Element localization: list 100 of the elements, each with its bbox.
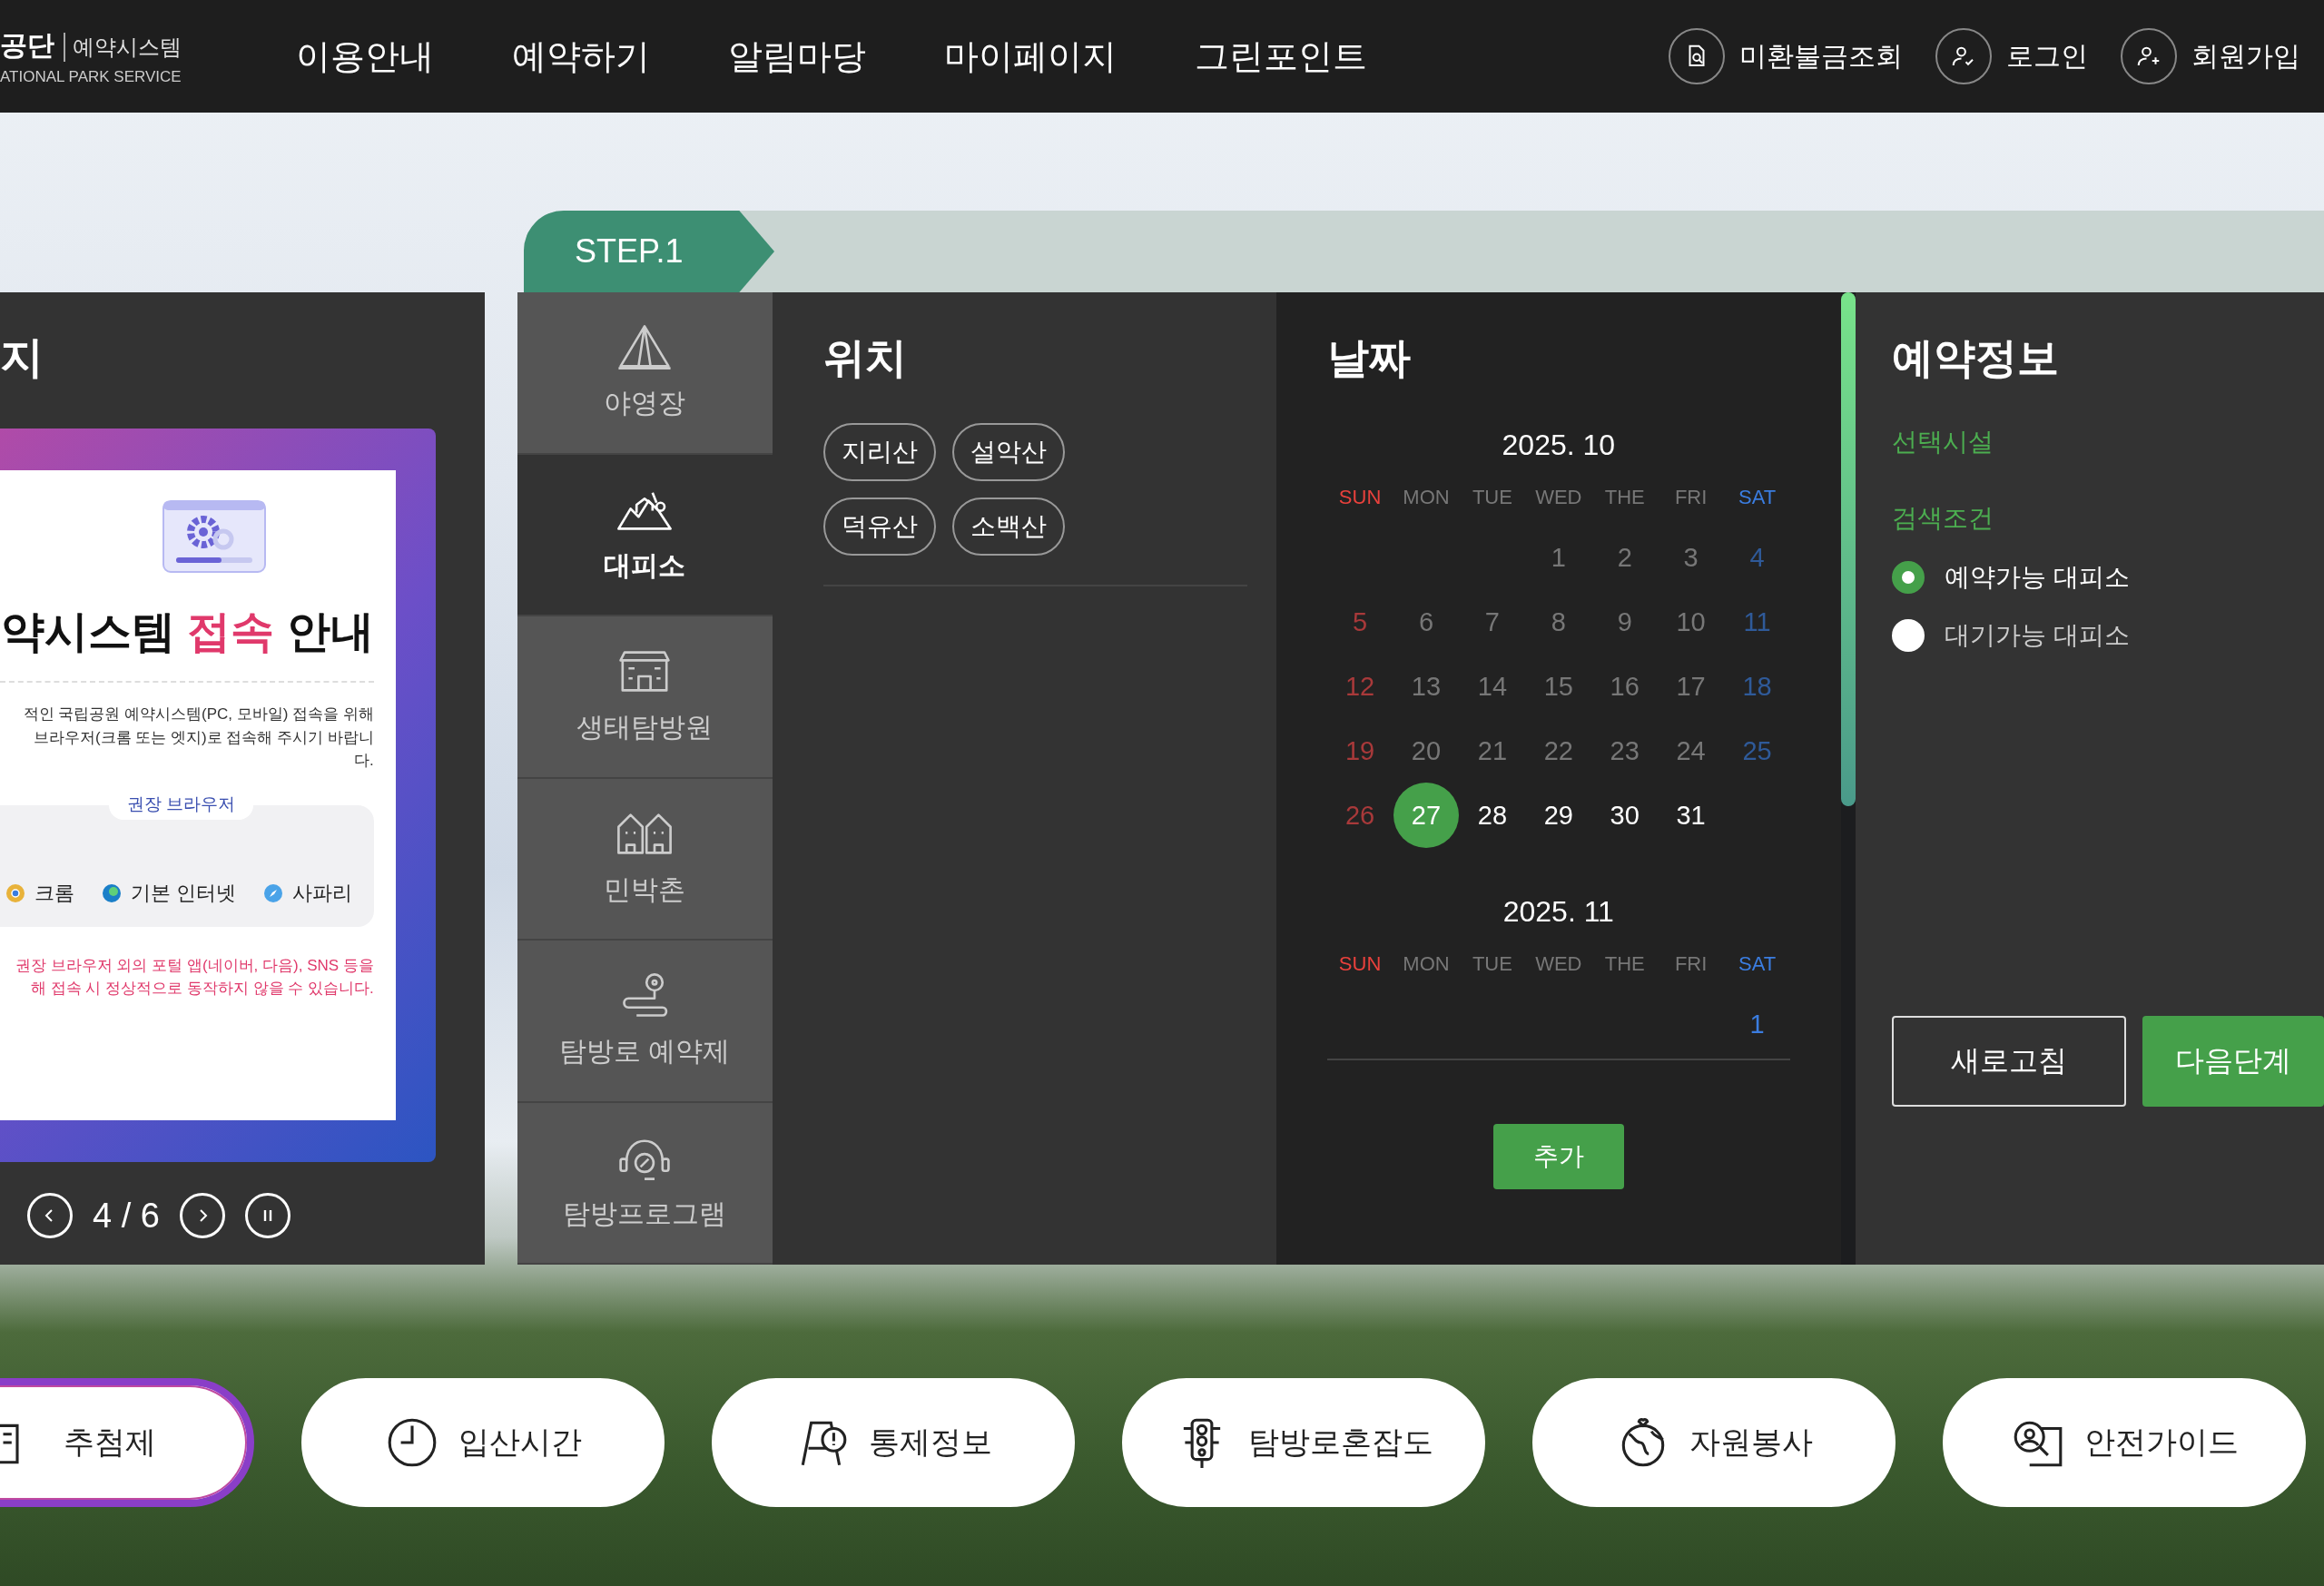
warning-sign-icon [801, 1421, 847, 1467]
calendar-day[interactable]: 28 [1459, 789, 1525, 842]
page-counter: 4 / 6 [93, 1196, 160, 1236]
header-link[interactable]: 회원가입 [2191, 37, 2300, 75]
nav-link[interactable]: 예약하기 [512, 33, 650, 80]
quick-link[interactable]: 입산시간 [301, 1378, 665, 1507]
calendar-day: 18 [1724, 660, 1790, 713]
calendar-day[interactable]: 30 [1591, 789, 1658, 842]
nav-link[interactable]: 이용안내 [296, 33, 434, 80]
panel-title: 날짜 [1326, 333, 1412, 383]
weekday-label: THE [1603, 952, 1646, 977]
location-chip[interactable]: 설악산 [951, 423, 1065, 481]
quick-link[interactable]: 자원봉사 [1532, 1378, 1896, 1507]
globe-heart-icon [1621, 1418, 1665, 1467]
calendar-day: 4 [1724, 531, 1790, 584]
header-link[interactable]: 로그인 [2006, 37, 2088, 75]
scrollbar-thumb[interactable] [1841, 292, 1856, 806]
browser-icon [5, 882, 25, 903]
section-label: 선택시설 [1892, 427, 1994, 458]
calendar-day: 22 [1525, 724, 1591, 777]
calendar-day: 21 [1459, 724, 1525, 777]
calendar-day: 8 [1525, 596, 1591, 648]
calendar-day: 3 [1658, 531, 1724, 584]
user-add-icon[interactable] [2121, 28, 2177, 84]
pause-button[interactable] [244, 1193, 290, 1238]
search-document-icon[interactable] [1669, 28, 1725, 84]
nav-link[interactable]: 알림마당 [728, 33, 866, 80]
panel-title: 위치 [822, 333, 908, 383]
compass-icon [262, 882, 283, 903]
facility-tab[interactable]: 탐방로 예약제 [517, 941, 773, 1103]
radio-option[interactable]: 대기가능 대피소 [1892, 606, 2324, 665]
month-title: 2025. 11 [1502, 895, 1615, 929]
browser-name: 크롬 [34, 880, 74, 906]
chevron-right-icon [199, 1209, 208, 1222]
location-chip[interactable]: 소백산 [951, 497, 1065, 556]
weekday-label: SUN [1337, 952, 1383, 977]
calendar-day: 20 [1393, 724, 1459, 777]
calendar-day: 6 [1393, 596, 1459, 648]
calendar-day: 25 [1724, 724, 1790, 777]
calendar-day[interactable]: 1 [1724, 998, 1790, 1050]
month-title: 2025. 10 [1501, 429, 1617, 462]
calendar-day: 19 [1327, 724, 1393, 777]
calendar-day[interactable]: 29 [1525, 789, 1591, 842]
weekday-label: FRI [1673, 486, 1709, 510]
nav-link[interactable]: 마이페이지 [944, 33, 1117, 80]
nav-link[interactable]: 그린포인트 [1195, 33, 1367, 80]
banner-title: 약시스템 접속 안내 [1, 606, 374, 657]
calendar-day: 12 [1327, 660, 1393, 713]
calendar-day: 10 [1658, 596, 1724, 648]
calendar-day: 17 [1658, 660, 1724, 713]
facility-tab[interactable]: 대피소 [517, 454, 773, 616]
browser-name: 사파리 [291, 880, 352, 906]
calendar-day: 2 [1591, 531, 1658, 584]
calendar-day: 23 [1591, 724, 1658, 777]
next-button[interactable] [179, 1193, 225, 1238]
calendar-day[interactable]: 31 [1658, 789, 1724, 842]
weekday-label: SAT [1737, 952, 1777, 977]
logo-english: ATIONAL PARK SERVICE [0, 67, 182, 86]
weekday-label: MON [1402, 952, 1451, 977]
section-label: 검색조건 [1892, 503, 1994, 534]
clock-icon [388, 1418, 437, 1467]
warning-text: 권장 브라우저 외의 포털 앱(네이버, 다음), SNS 등을 해 접속 시 정상적으로 동작하지 않을 수 있습니다. [15, 955, 374, 999]
refresh-button[interactable]: 새로고침 [1892, 1016, 2126, 1107]
panel-title: 지 [0, 332, 44, 383]
calendar-day: 7 [1459, 596, 1525, 648]
calendar-day: 14 [1459, 660, 1525, 713]
traffic-light-icon [1182, 1418, 1222, 1470]
banner-text: 적인 국립공원 예약시스템(PC, 모바일) 접속을 위해 브라우저(크롬 또는 엣지)로 접속해 주시기 바랍니다. [22, 704, 374, 771]
facility-tab[interactable]: 생태탐방원 [517, 616, 773, 779]
quick-link[interactable]: 추첨제 [0, 1378, 254, 1507]
facility-tab[interactable]: 민박촌 [517, 778, 773, 941]
calendar-day: 26 [1327, 789, 1393, 842]
location-chip[interactable]: 덕유산 [822, 497, 936, 556]
step-label: STEP.1 [524, 211, 774, 292]
logo-subtitle: 예약시스템 [64, 32, 182, 62]
calendar-day: 13 [1393, 660, 1459, 713]
quick-link[interactable]: 통제정보 [712, 1378, 1075, 1507]
calendar-day: 11 [1724, 596, 1790, 648]
previous-button[interactable] [27, 1193, 73, 1238]
user-guide-icon [2014, 1421, 2063, 1467]
weekday-label: TUE [1471, 952, 1513, 977]
calendar-day: 24 [1658, 724, 1724, 777]
panel-title: 예약정보 [1892, 333, 2060, 383]
calendar-day: 9 [1591, 596, 1658, 648]
calendar-day: 16 [1591, 660, 1658, 713]
location-chip[interactable]: 지리산 [822, 423, 936, 481]
header-link[interactable]: 미환불금조회 [1739, 37, 1903, 75]
browser-icon [101, 882, 122, 903]
quick-link[interactable]: 안전가이드 [1943, 1378, 2306, 1507]
facility-tab[interactable]: 탐방프로그램 [517, 1102, 773, 1265]
weekday-label: WED [1534, 486, 1583, 510]
facility-tab[interactable]: 야영장 [517, 292, 773, 455]
radio-option[interactable]: 예약가능 대피소 [1892, 548, 2324, 606]
logo-text: 공단 [0, 28, 54, 62]
pause-icon [263, 1208, 272, 1223]
user-check-icon[interactable] [1935, 28, 1992, 84]
browser-name: 기본 인터넷 [130, 880, 236, 906]
quick-link[interactable]: 탐방로혼잡도 [1122, 1378, 1485, 1507]
calendar-day: 5 [1327, 596, 1393, 648]
weekday-label: MON [1402, 486, 1451, 510]
